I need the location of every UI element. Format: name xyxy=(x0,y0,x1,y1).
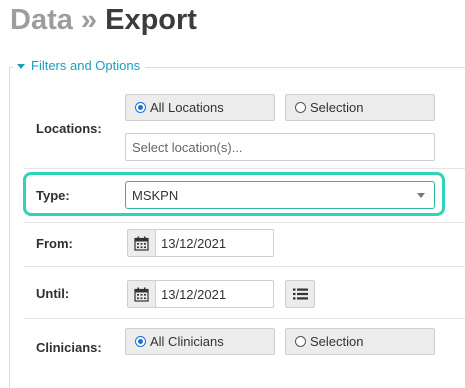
from-date-input[interactable]: 13/12/2021 xyxy=(156,229,274,257)
chevron-down-icon xyxy=(417,193,425,198)
page-title: Data » Export xyxy=(10,0,197,40)
until-calendar-button[interactable] xyxy=(127,280,156,308)
radio-checked-icon xyxy=(135,336,146,347)
clinicians-selection-label: Selection xyxy=(310,334,364,349)
calendar-icon xyxy=(134,236,149,251)
calendar-icon xyxy=(134,287,149,302)
type-select[interactable]: MSKPN xyxy=(125,181,435,209)
from-calendar-button[interactable] xyxy=(127,229,156,257)
until-date-picker: 13/12/2021 xyxy=(127,280,274,308)
row-divider xyxy=(24,168,465,169)
clinicians-label: Clinicians: xyxy=(36,340,102,355)
row-divider xyxy=(24,266,465,267)
clinicians-all-radio[interactable]: All Clinicians xyxy=(125,328,275,355)
locations-all-radio[interactable]: All Locations xyxy=(125,94,275,121)
caret-down-icon xyxy=(17,63,25,69)
type-select-value: MSKPN xyxy=(132,187,179,203)
until-date-input[interactable]: 13/12/2021 xyxy=(156,280,274,308)
row-divider xyxy=(24,222,465,223)
locations-selection-radio[interactable]: Selection xyxy=(285,94,435,121)
clinicians-selection-radio[interactable]: Selection xyxy=(285,328,435,355)
list-icon xyxy=(292,288,308,300)
radio-checked-icon xyxy=(135,102,146,113)
title-separator: » xyxy=(80,4,98,36)
from-date-picker: 13/12/2021 xyxy=(127,229,274,257)
radio-unchecked-icon xyxy=(295,336,306,347)
date-presets-button[interactable] xyxy=(285,280,315,308)
until-label: Until: xyxy=(36,286,70,301)
locations-all-label: All Locations xyxy=(150,100,224,115)
locations-selection-label: Selection xyxy=(310,100,364,115)
title-page: Export xyxy=(105,4,197,36)
radio-unchecked-icon xyxy=(295,102,306,113)
filters-toggle[interactable]: Filters and Options xyxy=(13,58,146,74)
locations-label: Locations: xyxy=(36,121,102,136)
locations-select-input[interactable]: Select location(s)... xyxy=(125,133,435,161)
type-label: Type: xyxy=(36,188,70,203)
row-divider xyxy=(24,318,465,319)
title-section: Data xyxy=(10,4,73,36)
from-label: From: xyxy=(36,236,73,251)
clinicians-all-label: All Clinicians xyxy=(150,334,224,349)
filters-legend-label: Filters and Options xyxy=(31,58,141,73)
